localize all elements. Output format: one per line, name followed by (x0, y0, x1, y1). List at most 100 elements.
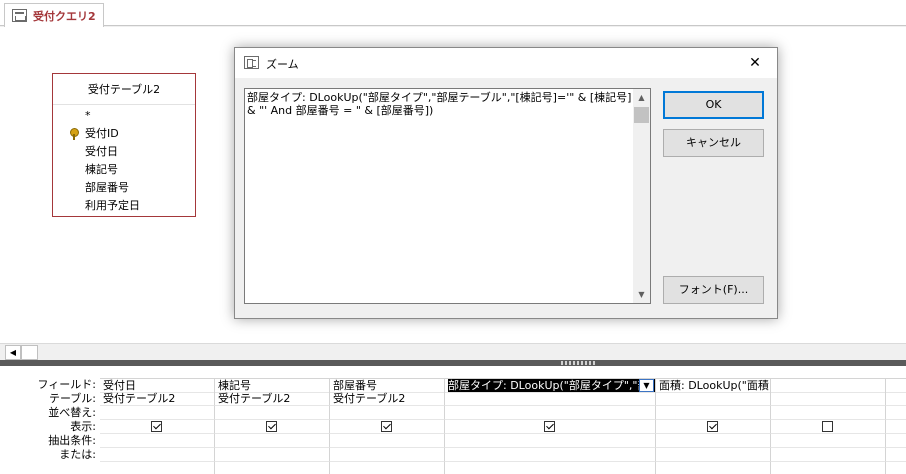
zoom-expression-text[interactable]: 部屋タイプ: DLookUp("部屋タイプ","部屋テーブル","[棟記号]='… (246, 90, 633, 302)
grid-row-field: 受付日 棟記号 部屋番号 部屋タイプ: DLookUp("部屋タイプ","部 ▼ … (100, 378, 906, 393)
grid-cell-table[interactable] (886, 392, 906, 406)
grid-row-or (100, 448, 906, 462)
field-name: 利用予定日 (85, 199, 140, 212)
grid-cell-criteria[interactable] (656, 434, 771, 448)
dialog-title: ズーム (266, 58, 299, 71)
selected-field-text[interactable]: 部屋タイプ: DLookUp("部屋タイプ","部 (448, 379, 655, 392)
field-list-item[interactable]: * (53, 107, 195, 125)
grid-cell-sort[interactable] (100, 406, 215, 420)
row-header-table: テーブル: (48, 392, 96, 405)
zoom-textbox[interactable]: 部屋タイプ: DLookUp("部屋タイプ","部屋テーブル","[棟記号]='… (244, 88, 651, 304)
show-checkbox[interactable] (151, 421, 162, 432)
dialog-titlebar[interactable]: ズーム ✕ (235, 48, 777, 78)
grid-cell-sort[interactable] (215, 406, 330, 420)
grid-cell-sort[interactable] (771, 406, 886, 420)
grid-row-headers: フィールド: テーブル: 並べ替え: 表示: 抽出条件: または: (2, 378, 99, 462)
grid-cell-field[interactable]: 部屋番号 (330, 379, 445, 393)
grid-cell-criteria[interactable] (330, 434, 445, 448)
grid-cell-extra[interactable] (215, 462, 330, 474)
grid-row-table: 受付テーブル2 受付テーブル2 受付テーブル2 (100, 392, 906, 406)
canvas-horizontal-scrollbar[interactable]: ◀ (0, 343, 906, 360)
grid-row-show (100, 420, 906, 434)
grid-cell-table[interactable] (445, 392, 656, 406)
field-list-title[interactable]: 受付テーブル2 (53, 74, 195, 105)
close-icon[interactable]: ✕ (733, 48, 777, 78)
grid-cell-extra[interactable] (445, 462, 656, 474)
grid-cell-or[interactable] (771, 448, 886, 462)
show-checkbox[interactable] (381, 421, 392, 432)
grid-cell-table[interactable]: 受付テーブル2 (330, 392, 445, 406)
grid-cell-extra[interactable] (100, 462, 215, 474)
show-checkbox[interactable] (266, 421, 277, 432)
grid-cell-show (656, 420, 771, 434)
design-grid: 受付日 棟記号 部屋番号 部屋タイプ: DLookUp("部屋タイプ","部 ▼ … (100, 378, 906, 474)
grid-row-extra (100, 462, 906, 474)
grid-cell-or[interactable] (656, 448, 771, 462)
query-icon (12, 9, 27, 22)
grid-cell-or[interactable] (100, 448, 215, 462)
cancel-button[interactable]: キャンセル (663, 129, 764, 157)
field-list-item[interactable]: 受付日 (53, 143, 195, 161)
scroll-up-icon[interactable]: ▲ (633, 89, 650, 106)
row-header-field: フィールド: (37, 378, 97, 391)
row-header-show: 表示: (70, 420, 96, 433)
grid-cell-or[interactable] (886, 448, 906, 462)
grid-cell-sort[interactable] (445, 406, 656, 420)
scroll-down-icon[interactable]: ▼ (633, 286, 650, 303)
grid-cell-show (886, 420, 906, 434)
grid-cell-show (771, 420, 886, 434)
grid-cell-show (330, 420, 445, 434)
grid-cell-or[interactable] (445, 448, 656, 462)
textbox-vertical-scrollbar[interactable]: ▲ ▼ (633, 89, 650, 303)
grid-cell-criteria[interactable] (215, 434, 330, 448)
grid-cell-field[interactable] (886, 379, 906, 393)
grid-cell-table[interactable]: 受付テーブル2 (100, 392, 215, 406)
field-list: * 受付ID 受付日 棟記号 部屋番号 利用予定日 (53, 105, 195, 215)
field-name: 部屋番号 (85, 181, 129, 194)
grid-cell-extra[interactable] (771, 462, 886, 474)
row-header-criteria: 抽出条件: (48, 434, 96, 447)
grid-cell-criteria[interactable] (445, 434, 656, 448)
grid-cell-field[interactable]: 受付日 (100, 379, 215, 393)
field-list-item[interactable]: 利用予定日 (53, 197, 195, 215)
grid-cell-show (215, 420, 330, 434)
grid-row-criteria (100, 434, 906, 448)
grid-cell-criteria[interactable] (100, 434, 215, 448)
grid-cell-or[interactable] (330, 448, 445, 462)
grid-cell-extra[interactable] (886, 462, 906, 474)
field-list-item[interactable]: 部屋番号 (53, 179, 195, 197)
show-checkbox[interactable] (544, 421, 555, 432)
grid-cell-table[interactable]: 受付テーブル2 (215, 392, 330, 406)
grid-cell-table[interactable] (771, 392, 886, 406)
field-list-item[interactable]: 棟記号 (53, 161, 195, 179)
scroll-left-icon[interactable]: ◀ (5, 345, 21, 360)
field-name: 棟記号 (85, 163, 118, 176)
grid-cell-field[interactable]: 面積: DLookUp("面積 (656, 379, 771, 393)
design-grid-area: フィールド: テーブル: 並べ替え: 表示: 抽出条件: または: 受付日 棟記… (0, 366, 906, 474)
grid-cell-field[interactable]: 棟記号 (215, 379, 330, 393)
grid-cell-or[interactable] (215, 448, 330, 462)
zoom-dialog: ズーム ✕ 部屋タイプ: DLookUp("部屋タイプ","部屋テーブル","[… (234, 47, 778, 319)
grid-cell-table[interactable] (656, 392, 771, 406)
dropdown-arrow-icon[interactable]: ▼ (639, 379, 654, 392)
row-header-or: または: (59, 448, 96, 461)
grid-cell-sort[interactable] (330, 406, 445, 420)
show-checkbox[interactable] (822, 421, 833, 432)
font-button[interactable]: フォント(F)... (663, 276, 764, 304)
grid-cell-sort[interactable] (656, 406, 771, 420)
ok-button[interactable]: OK (663, 91, 764, 119)
grid-cell-criteria[interactable] (886, 434, 906, 448)
grid-cell-field-selected[interactable]: 部屋タイプ: DLookUp("部屋タイプ","部 ▼ (445, 379, 656, 393)
show-checkbox[interactable] (707, 421, 718, 432)
grid-cell-extra[interactable] (330, 462, 445, 474)
field-list-box[interactable]: 受付テーブル2 * 受付ID 受付日 棟記号 部屋番号 利用予定日 (52, 73, 196, 217)
field-list-item[interactable]: 受付ID (53, 125, 195, 143)
splitter-grip-icon[interactable] (561, 361, 597, 365)
grid-cell-sort[interactable] (886, 406, 906, 420)
grid-cell-criteria[interactable] (771, 434, 886, 448)
scroll-thumb[interactable] (21, 345, 38, 360)
grid-cell-extra[interactable] (656, 462, 771, 474)
query-tab[interactable]: 受付クエリ2 (4, 3, 104, 27)
scroll-thumb[interactable] (634, 107, 649, 123)
grid-cell-field[interactable] (771, 379, 886, 393)
